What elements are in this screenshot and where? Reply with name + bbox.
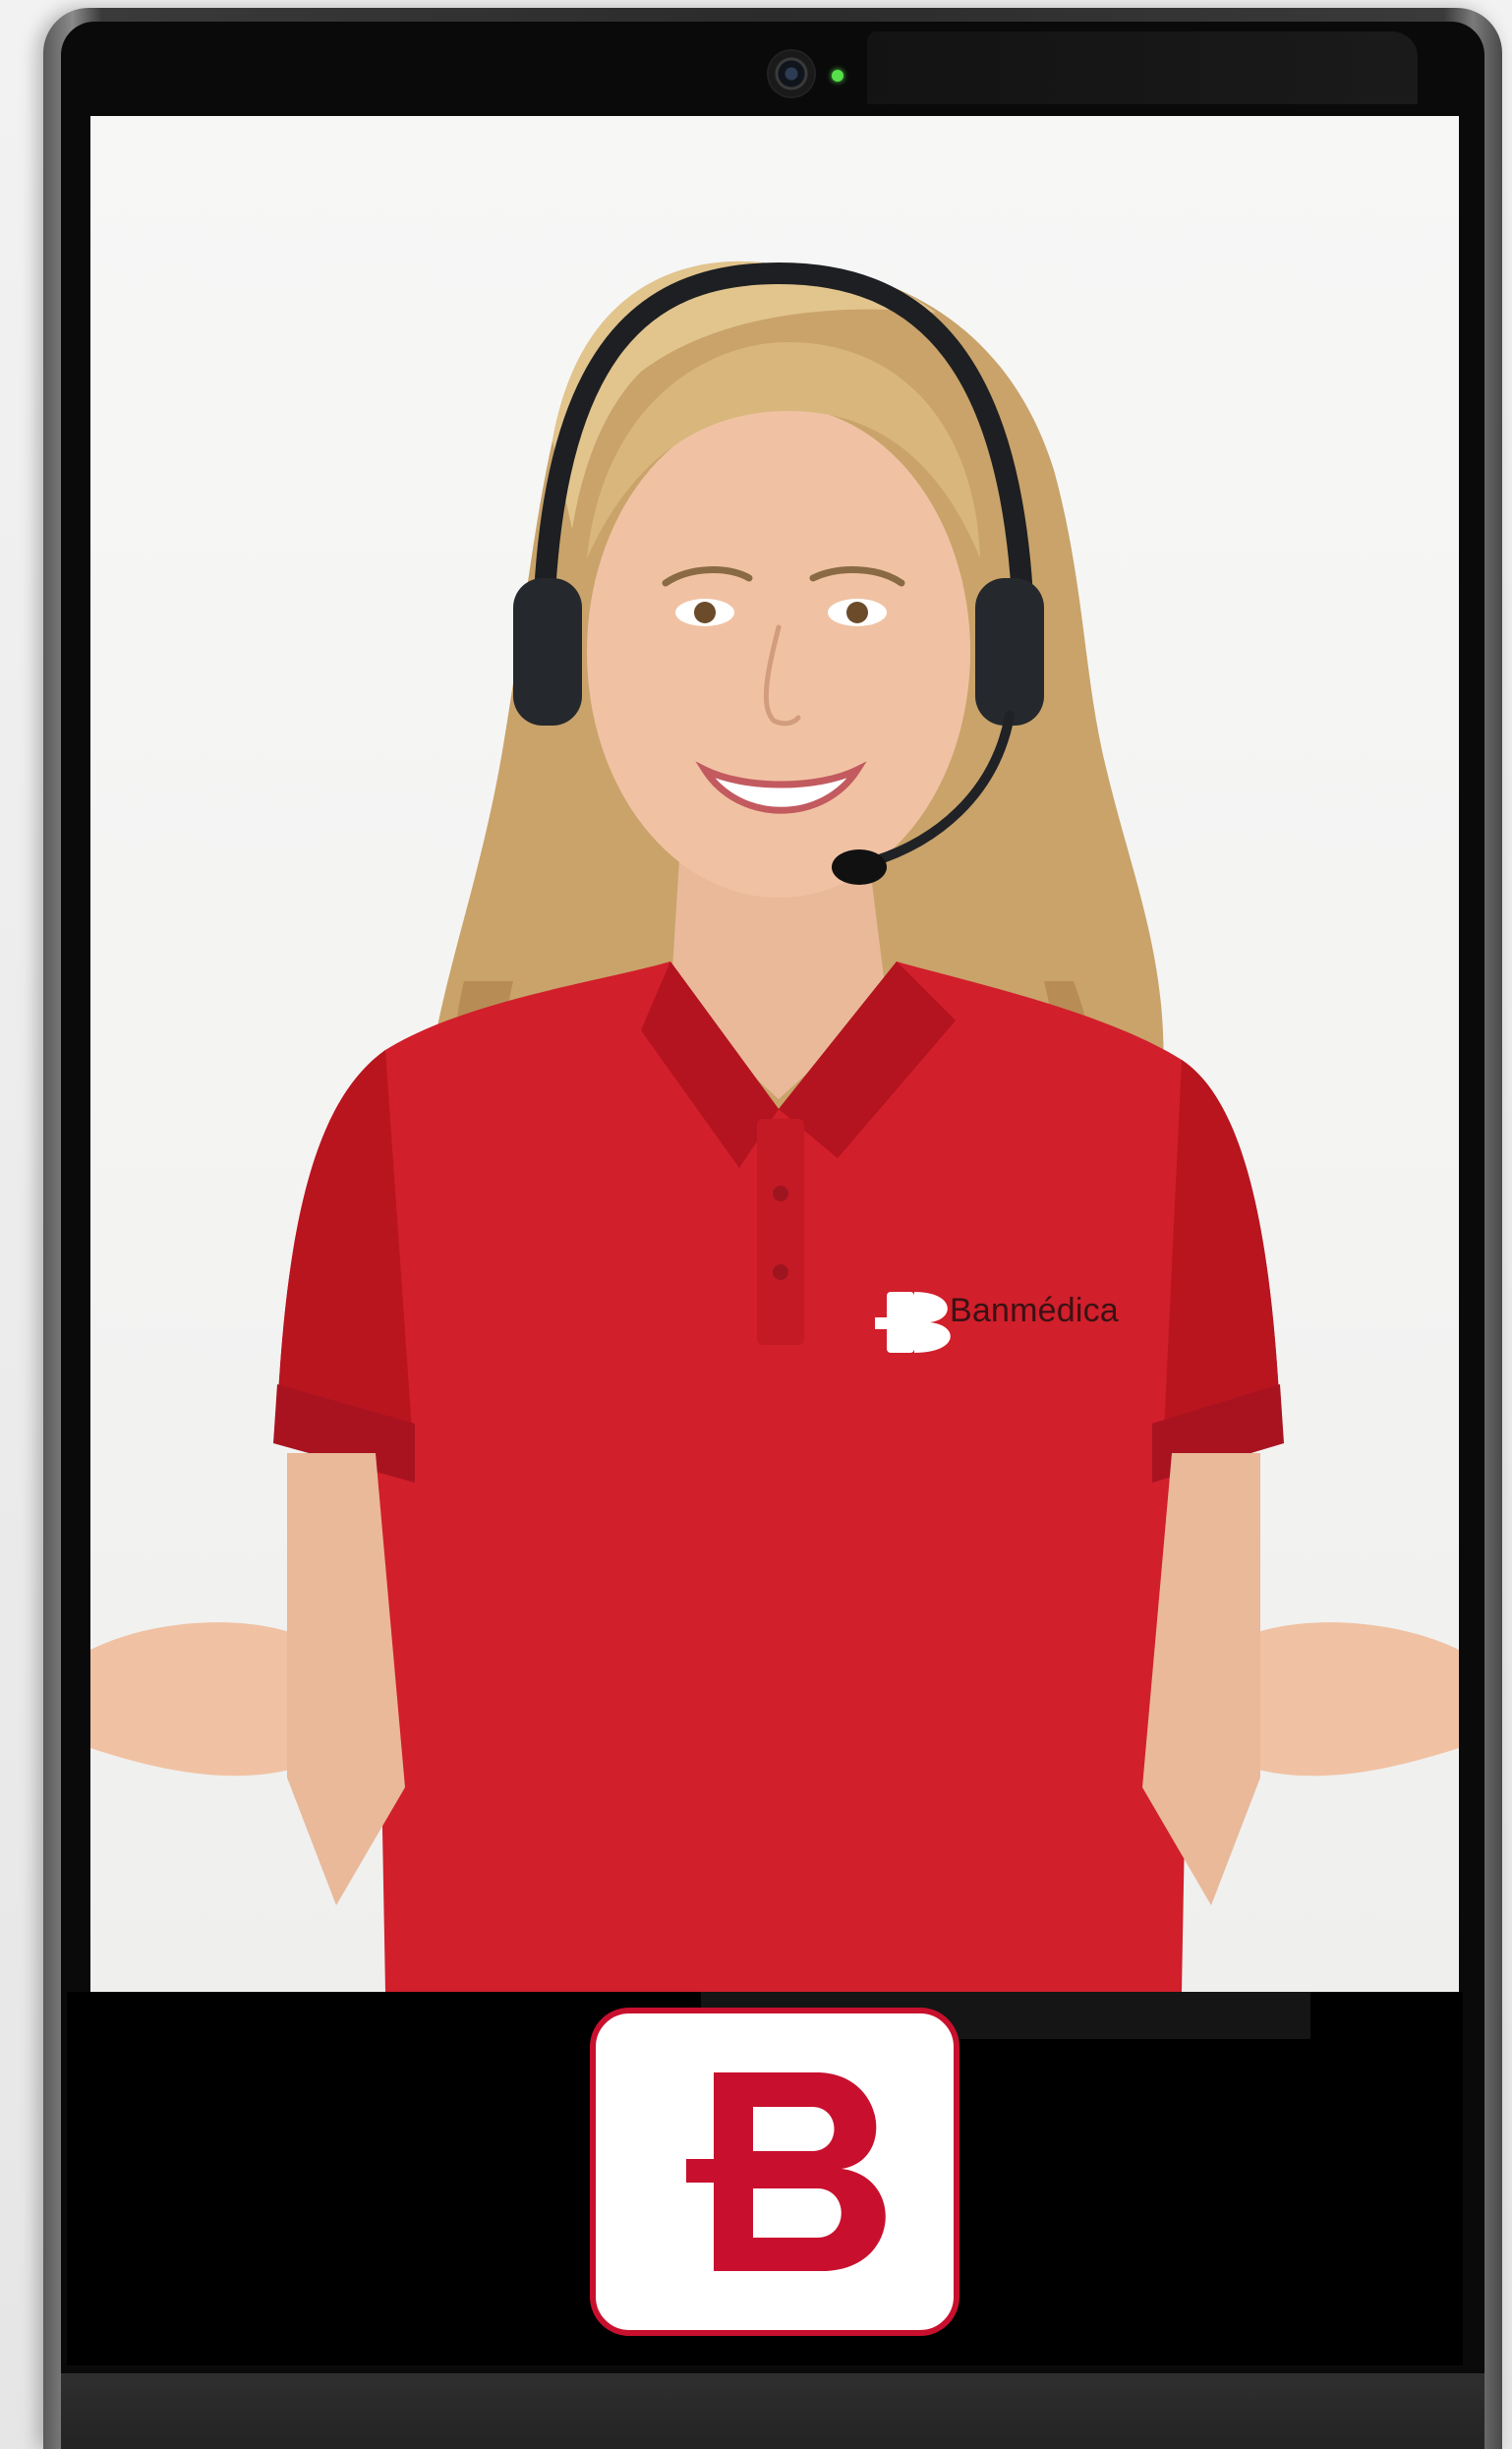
bezel-glare xyxy=(867,31,1418,104)
headset-mic xyxy=(832,849,887,885)
banmedica-b-logo-icon xyxy=(686,2072,886,2271)
agent-video-feed xyxy=(90,261,1459,1992)
shirt-button xyxy=(773,1186,788,1201)
banmedica-app-button[interactable] xyxy=(590,2008,960,2336)
headset-ear-left xyxy=(513,578,582,726)
video-screen: Banmédica xyxy=(90,116,1459,1992)
tablet-chin xyxy=(61,2373,1484,2449)
camera-led-indicator xyxy=(832,70,843,82)
shirt-button xyxy=(773,1264,788,1280)
shirt-brand-text: Banmédica xyxy=(950,1292,1119,1329)
headset-ear-right xyxy=(975,578,1044,726)
shirt-placket xyxy=(757,1119,804,1345)
front-camera-icon xyxy=(769,51,814,96)
agent-face xyxy=(587,406,970,898)
agent-shirt xyxy=(277,962,1280,1992)
